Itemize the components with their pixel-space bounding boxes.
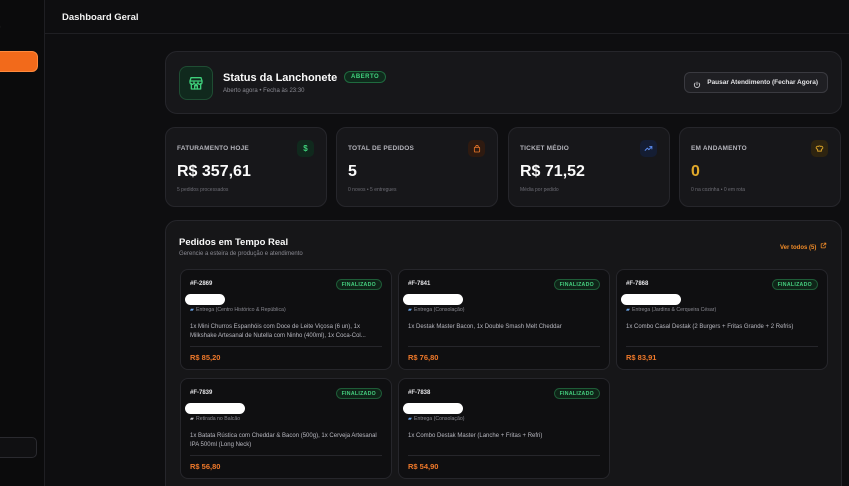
- store-status-title: Status da Lanchonete: [223, 72, 338, 84]
- open-status-badge: ABERTO: [344, 71, 387, 83]
- order-price: R$ 54,90: [408, 462, 439, 471]
- page-title: Dashboard Geral: [62, 12, 139, 23]
- external-link-icon: [820, 242, 827, 251]
- redacted-customer-name: [621, 294, 681, 305]
- order-items: 1x Destak Master Bacon, 1x Double Smash …: [408, 324, 562, 330]
- order-status-badge: FINALIZADO: [771, 279, 818, 290]
- stat-card-revenue: FATURAMENTO HOJE $ R$ 357,61 5 pedidos p…: [165, 127, 327, 207]
- store-icon: ▰: [190, 416, 194, 422]
- chef-hat-icon: [811, 140, 828, 157]
- order-id: #F-2869: [190, 281, 213, 287]
- order-items: 1x Combo Destak Master (Lanche + Fritas …: [408, 433, 543, 439]
- stat-label: TOTAL DE PEDIDOS: [348, 145, 415, 152]
- order-id: #F-7838: [408, 390, 431, 396]
- divider: [626, 346, 818, 347]
- stat-label: EM ANDAMENTO: [691, 145, 747, 152]
- divider: [408, 346, 600, 347]
- order-delivery-text: Entrega (Jardins & Cerqueira César): [632, 307, 717, 313]
- stat-subtext: 0 novos • 5 entregues: [348, 187, 397, 193]
- order-price: R$ 56,80: [190, 462, 221, 471]
- order-status-badge: FINALIZADO: [553, 279, 600, 290]
- order-items: 1x Combo Casal Destak (2 Burgers + Frita…: [626, 324, 794, 330]
- power-icon: [693, 78, 701, 97]
- stat-subtext: 5 pedidos processados: [177, 187, 229, 193]
- order-id: #F-7839: [190, 390, 213, 396]
- order-items: 1x Mini Churros Espanhóis com Doce de Le…: [190, 324, 366, 339]
- sidebar-bottom-button[interactable]: [0, 437, 37, 458]
- order-card[interactable]: #F-7838 FINALIZADO ▰ Entrega (Consolação)…: [398, 378, 610, 479]
- order-delivery-text: Entrega (Consolação): [414, 307, 465, 313]
- order-delivery-text: Entrega (Consolação): [414, 416, 465, 422]
- order-delivery: ▰ Entrega (Jardins & Cerqueira César): [626, 307, 716, 313]
- stat-value: 5: [348, 163, 357, 180]
- stat-label: TICKET MÉDIO: [520, 145, 569, 152]
- store-hours-text: Aberto agora • Fecha às 23:30: [223, 88, 305, 94]
- order-price: R$ 83,91: [626, 353, 657, 362]
- store-status-card: Status da Lanchonete ABERTO Aberto agora…: [165, 51, 842, 114]
- redacted-customer-name: [185, 403, 245, 414]
- see-all-orders-link[interactable]: Ver todos (5): [780, 242, 827, 251]
- stat-value: R$ 71,52: [520, 163, 585, 180]
- see-all-label: Ver todos (5): [779, 245, 817, 251]
- order-delivery: ▰ Retirada no Balcão: [190, 416, 240, 422]
- order-id: #F-7841: [408, 281, 431, 287]
- stat-card-average-ticket: TICKET MÉDIO R$ 71,52 Média por pedido: [508, 127, 670, 207]
- pause-service-label: Pausar Atendimento (Fechar Agora): [707, 79, 818, 86]
- stat-subtext: 0 na cozinha • 0 em rota: [691, 187, 746, 193]
- divider: [190, 455, 382, 456]
- divider: [190, 346, 382, 347]
- order-status-badge: FINALIZADO: [335, 388, 382, 399]
- redacted-customer-name: [185, 294, 225, 305]
- stat-card-in-progress: EM ANDAMENTO 0 0 na cozinha • 0 em rota: [679, 127, 841, 207]
- trend-up-icon: [640, 140, 657, 157]
- topbar: Dashboard Geral: [45, 0, 849, 34]
- storefront-icon: [179, 66, 213, 100]
- orders-title: Pedidos em Tempo Real: [179, 237, 289, 248]
- dollar-icon: $: [297, 140, 314, 157]
- stat-value: R$ 357,61: [177, 163, 251, 180]
- order-id: #F-7868: [626, 281, 649, 287]
- order-delivery: ▰ Entrega (Consolação): [408, 307, 464, 313]
- redacted-customer-name: [403, 294, 463, 305]
- stat-value: 0: [691, 163, 700, 180]
- order-status-badge: FINALIZADO: [335, 279, 382, 290]
- order-delivery-text: Entrega (Centro Histórico & República): [196, 307, 286, 313]
- car-icon: ▰: [408, 416, 412, 422]
- order-items: 1x Batata Rústica com Cheddar & Bacon (5…: [190, 433, 377, 448]
- order-card[interactable]: #F-7868 FINALIZADO ▰ Entrega (Jardins & C…: [616, 269, 828, 370]
- car-icon: ▰: [408, 307, 412, 313]
- sidebar: es: [0, 0, 45, 486]
- order-delivery: ▰ Entrega (Consolação): [408, 416, 464, 422]
- sidebar-item-active[interactable]: [0, 51, 38, 72]
- realtime-orders-panel: Pedidos em Tempo Real Gerencie a esteira…: [165, 220, 842, 486]
- stat-card-total-orders: TOTAL DE PEDIDOS 5 0 novos • 5 entregues: [336, 127, 498, 207]
- car-icon: ▰: [190, 307, 194, 313]
- order-status-badge: FINALIZADO: [553, 388, 600, 399]
- order-delivery-text: Retirada no Balcão: [196, 416, 241, 422]
- order-delivery: ▰ Entrega (Centro Histórico & República): [190, 307, 286, 313]
- car-icon: ▰: [626, 307, 630, 313]
- bag-icon: [468, 140, 485, 157]
- app-root: es Dashboard Geral Status da Lanchonete …: [0, 0, 849, 486]
- divider: [408, 455, 600, 456]
- orders-subtitle: Gerencie a esteira de produção e atendim…: [179, 251, 303, 257]
- order-price: R$ 76,80: [408, 353, 439, 362]
- order-price: R$ 85,20: [190, 353, 221, 362]
- order-card[interactable]: #F-2869 FINALIZADO ▰ Entrega (Centro Hist…: [180, 269, 392, 370]
- stat-subtext: Média por pedido: [520, 187, 559, 193]
- order-card[interactable]: #F-7841 FINALIZADO ▰ Entrega (Consolação)…: [398, 269, 610, 370]
- stat-label: FATURAMENTO HOJE: [177, 145, 249, 152]
- pause-service-button[interactable]: Pausar Atendimento (Fechar Agora): [684, 72, 828, 93]
- order-card[interactable]: #F-7839 FINALIZADO ▰ Retirada no Balcão 1…: [180, 378, 392, 479]
- redacted-customer-name: [403, 403, 463, 414]
